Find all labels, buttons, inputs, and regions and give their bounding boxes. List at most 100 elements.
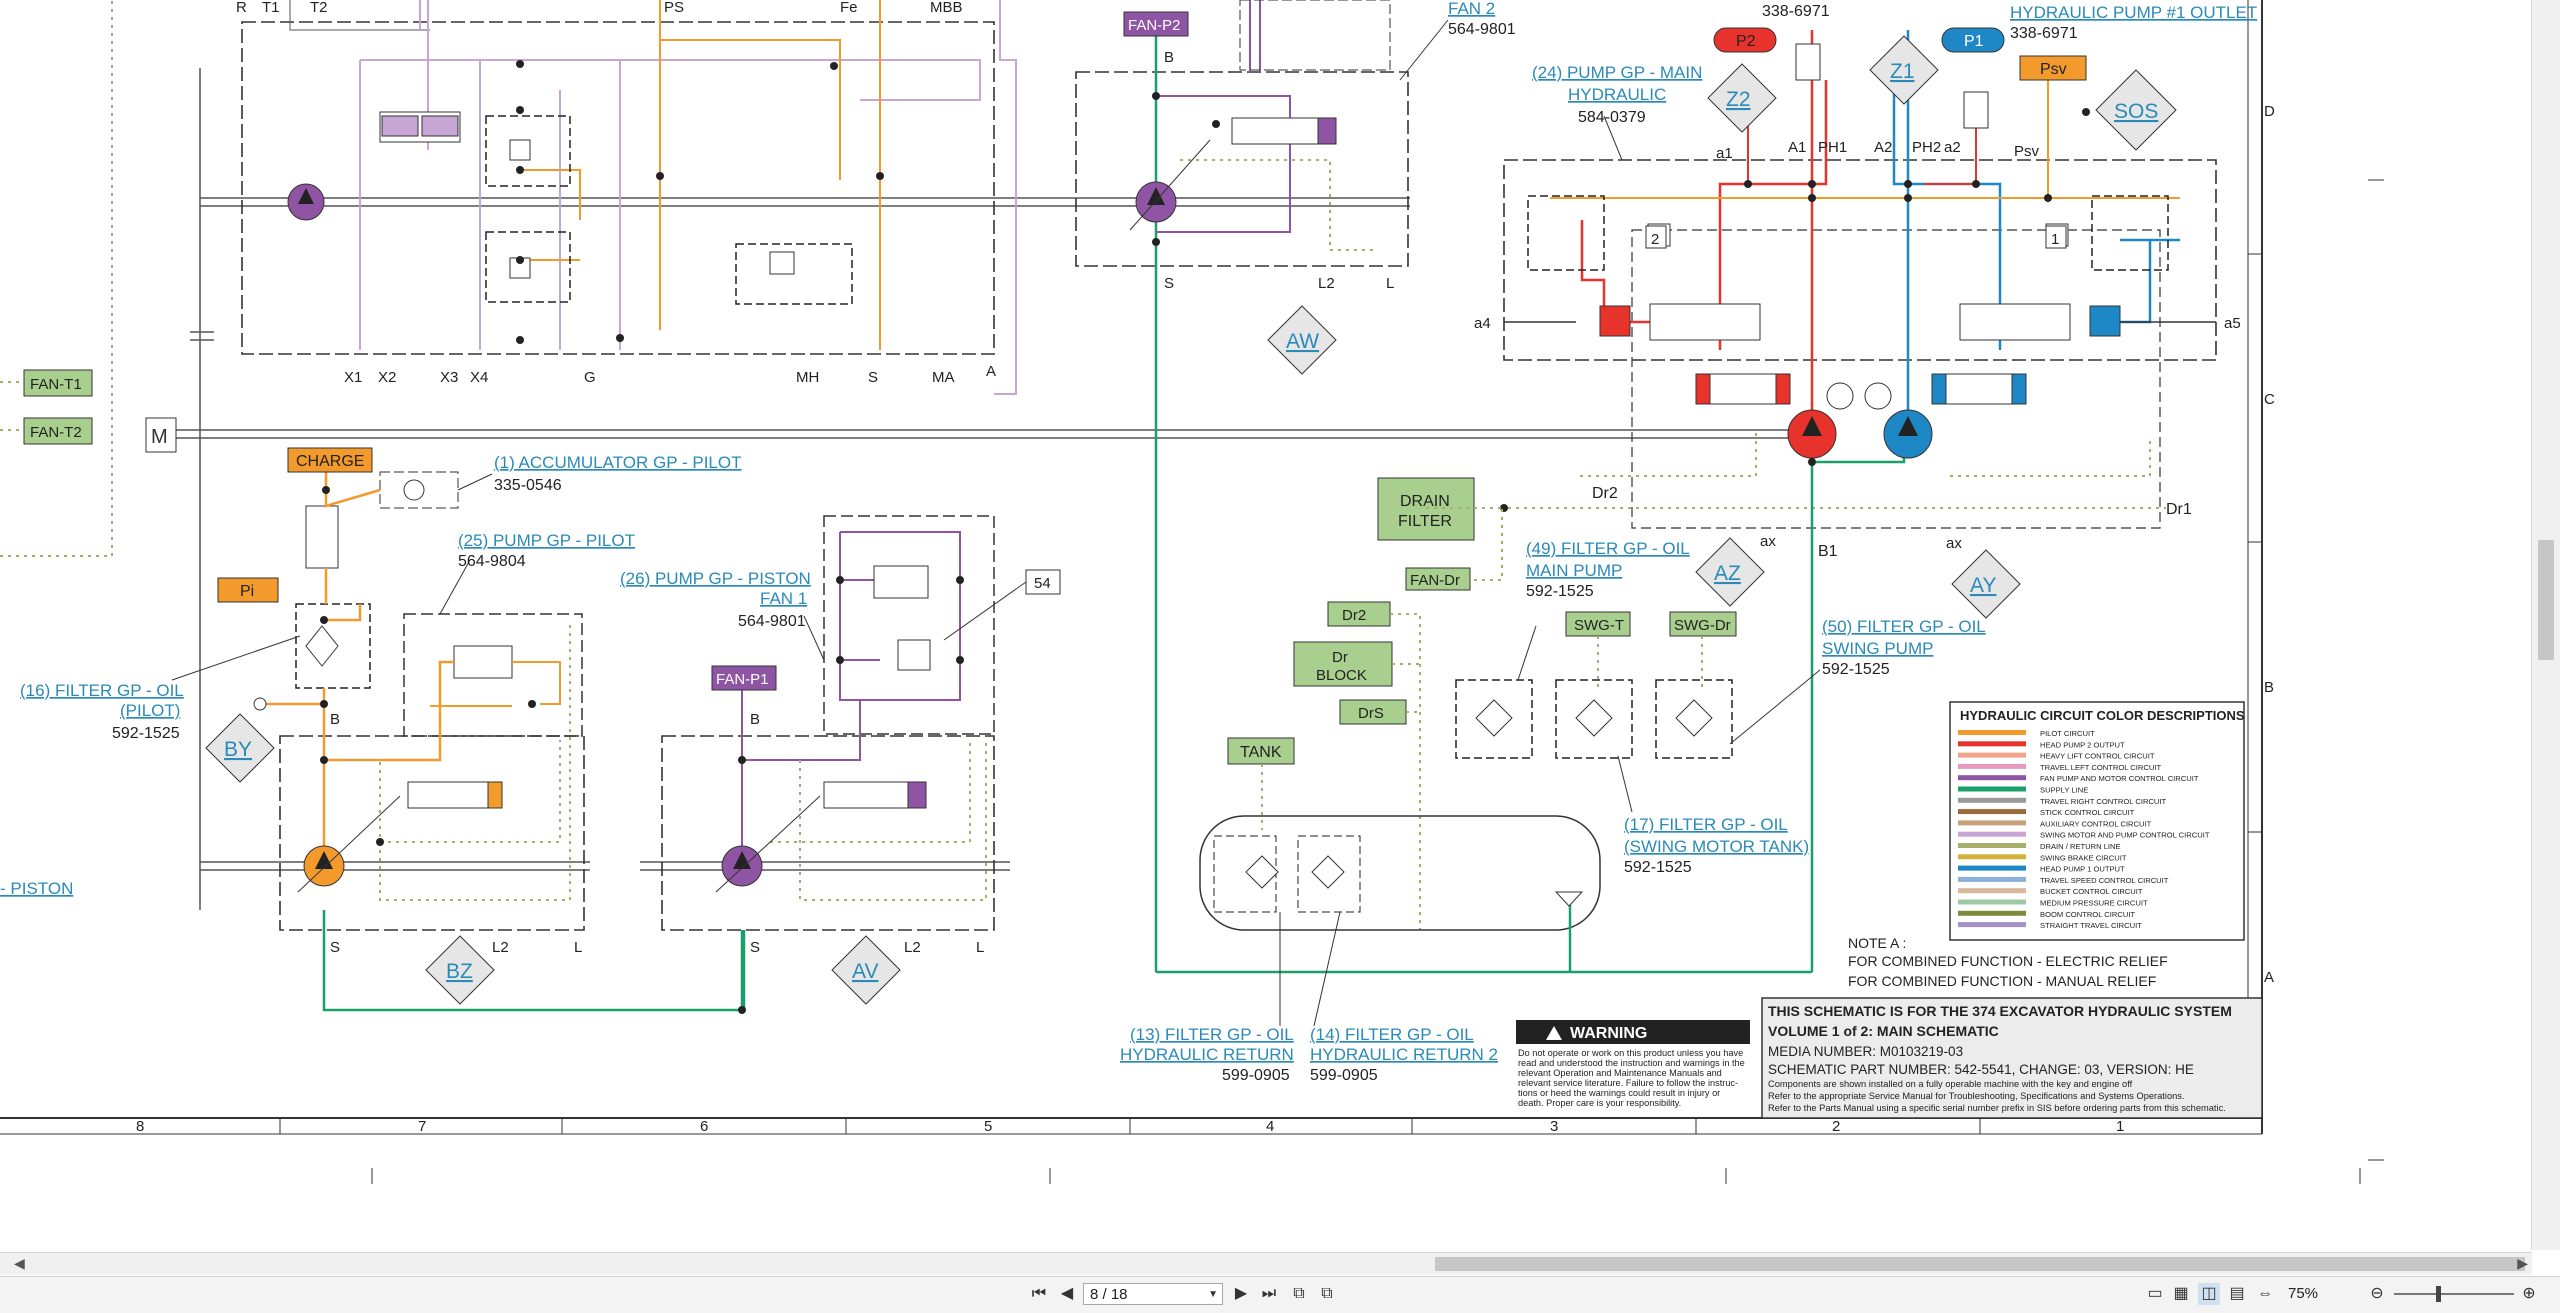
port-PH1: PH1 bbox=[1818, 139, 1847, 156]
z1-link[interactable]: Z1 bbox=[1890, 60, 1915, 83]
scroll-left-icon[interactable]: ◀ bbox=[14, 1255, 25, 1272]
next-page-icon[interactable]: ▶ bbox=[1230, 1283, 1252, 1305]
charge-label: CHARGE bbox=[296, 453, 364, 470]
legend-swatch bbox=[1958, 786, 2026, 792]
filter14-link[interactable]: (14) FILTER GP - OIL HYDRAULIC RETURN 2 bbox=[1310, 1025, 1498, 1064]
previous-page-icon[interactable]: ◀ bbox=[1056, 1283, 1078, 1305]
fit-width-icon[interactable]: ⇔ bbox=[2254, 1283, 2276, 1305]
accumulator-part: 335-0546 bbox=[494, 477, 562, 494]
dr-block-label-1: Dr bbox=[1332, 649, 1348, 666]
fan1-port-s: S bbox=[750, 939, 760, 956]
swg-t-label: SWG-T bbox=[1574, 617, 1624, 634]
fan2-link[interactable]: FAN 2 bbox=[1448, 0, 1495, 18]
svg-text:(25) PUMP GP - PILOT: (25) PUMP GP - PILOT bbox=[458, 531, 635, 550]
title-note-2: Refer to the appropriate Service Manual … bbox=[1768, 1091, 2185, 1101]
horizontal-scrollbar[interactable]: ◀ ▶ bbox=[0, 1252, 2532, 1275]
legend-label: AUXILIARY CONTROL CIRCUIT bbox=[2040, 819, 2152, 828]
grid-row-d: D bbox=[2264, 103, 2275, 120]
svg-text:(49) FILTER GP - OIL: (49) FILTER GP - OIL bbox=[1526, 539, 1690, 558]
hydraulic-schematic: 8 7 6 5 4 3 2 1 D C B A R T1 T2 PS Fe MB… bbox=[0, 0, 2532, 1250]
vertical-scroll-thumb[interactable] bbox=[2538, 540, 2554, 660]
port-label-ma: MA bbox=[932, 369, 955, 386]
svg-text:(26) PUMP GP - PISTON: (26) PUMP GP - PISTON bbox=[620, 569, 811, 588]
grid-col-7: 7 bbox=[418, 1118, 426, 1135]
legend-label: HEAD PUMP 1 OUTPUT bbox=[2040, 865, 2125, 874]
fan-p2-port-l: L bbox=[1386, 275, 1394, 292]
svg-text:AZ: AZ bbox=[1714, 562, 1741, 585]
grid-col-2: 2 bbox=[1832, 1118, 1840, 1135]
svg-text:HYDRAULIC PUMP #1 OUTLET: HYDRAULIC PUMP #1 OUTLET bbox=[2010, 3, 2257, 22]
svg-text:FAN 1: FAN 1 bbox=[760, 589, 807, 608]
ay-link[interactable]: AY bbox=[1970, 574, 1996, 597]
pump1-outlet-link[interactable]: HYDRAULIC PUMP #1 OUTLET bbox=[2010, 3, 2257, 22]
legend-swatch bbox=[1958, 899, 2026, 905]
svg-text:SOS: SOS bbox=[2114, 100, 2158, 123]
copy-view-icon[interactable]: ⧉ bbox=[1288, 1283, 1310, 1305]
media-number: MEDIA NUMBER: M0103219-03 bbox=[1768, 1044, 1963, 1059]
legend-swatch bbox=[1958, 843, 2026, 848]
legend-label: HEAVY LIFT CONTROL CIRCUIT bbox=[2040, 752, 2155, 761]
part-338-b: 338-6971 bbox=[2010, 25, 2078, 42]
svg-text:- PISTON: - PISTON bbox=[0, 879, 73, 898]
page-number-field[interactable]: 8 / 18 ▼ bbox=[1083, 1283, 1223, 1305]
warning-line-6: death. Proper care is your responsibilit… bbox=[1518, 1098, 1681, 1108]
last-page-icon[interactable]: ⏭ bbox=[1258, 1283, 1280, 1305]
legend-label: SWING MOTOR AND PUMP CONTROL CIRCUIT bbox=[2040, 831, 2210, 840]
port-label-a: A bbox=[986, 363, 996, 380]
bz-link[interactable]: BZ bbox=[446, 960, 473, 983]
filter13-link[interactable]: (13) FILTER GP - OIL HYDRAULIC RETURN bbox=[1120, 1025, 1294, 1064]
aw-link[interactable]: AW bbox=[1286, 330, 1319, 353]
legend-label: STRAIGHT TRAVEL CIRCUIT bbox=[2040, 921, 2142, 930]
zoom-out-icon[interactable]: ⊖ bbox=[2366, 1283, 2388, 1305]
by-link[interactable]: BY bbox=[224, 738, 252, 761]
status-bar: ⏮ ◀ 8 / 18 ▼ ▶ ⏭ ⧉ ⧉ ▭ ▦ ◫ ▤ ⇔ 75% ⊖ ⊕ bbox=[0, 1276, 2560, 1313]
legend-label: BOOM CONTROL CIRCUIT bbox=[2040, 910, 2135, 919]
svg-text:(13) FILTER GP - OIL: (13) FILTER GP - OIL bbox=[1130, 1025, 1294, 1044]
p2-label: P2 bbox=[1736, 33, 1756, 50]
callout-1: 1 bbox=[2051, 231, 2059, 248]
accumulator-link[interactable]: (1) ACCUMULATOR GP - PILOT bbox=[494, 453, 742, 472]
port-ax-left: ax bbox=[1760, 533, 1776, 550]
sos-link[interactable]: SOS bbox=[2114, 100, 2158, 123]
paste-view-icon[interactable]: ⧉ bbox=[1316, 1283, 1338, 1305]
fan-t2-label: FAN-T2 bbox=[30, 424, 82, 441]
legend-swatch bbox=[1958, 741, 2026, 747]
fan-p2-port-l2: L2 bbox=[1318, 275, 1335, 292]
legend-swatch bbox=[1958, 910, 2026, 916]
pump-pilot-part: 564-9804 bbox=[458, 553, 526, 570]
first-page-icon[interactable]: ⏮ bbox=[1028, 1283, 1050, 1305]
z2-link[interactable]: Z2 bbox=[1726, 88, 1751, 111]
continuous-page-icon[interactable]: ▦ bbox=[2170, 1283, 2192, 1305]
zoom-slider[interactable] bbox=[2394, 1293, 2514, 1295]
warning-line-5: tions or heed the warnings could result … bbox=[1518, 1088, 1720, 1098]
piston-link[interactable]: - PISTON bbox=[0, 879, 73, 898]
drs-label: DrS bbox=[1358, 705, 1384, 722]
zoom-in-icon[interactable]: ⊕ bbox=[2518, 1283, 2540, 1305]
scroll-right-icon[interactable]: ▶ bbox=[2517, 1255, 2528, 1272]
p1-label: P1 bbox=[1964, 33, 1984, 50]
port-label-t1: T1 bbox=[262, 0, 280, 16]
vertical-scrollbar[interactable] bbox=[2531, 0, 2560, 1250]
svg-text:(14) FILTER GP - OIL: (14) FILTER GP - OIL bbox=[1310, 1025, 1474, 1044]
zoom-slider-handle[interactable] bbox=[2436, 1286, 2441, 1302]
port-a1: a1 bbox=[1716, 145, 1733, 162]
page-number-value: 8 / 18 bbox=[1090, 1286, 1128, 1303]
two-page-continuous-icon[interactable]: ▤ bbox=[2226, 1283, 2248, 1305]
av-link[interactable]: AV bbox=[852, 960, 878, 983]
horizontal-scroll-thumb[interactable] bbox=[1435, 1257, 2525, 1271]
swg-dr-label: SWG-Dr bbox=[1674, 617, 1731, 634]
port-label-mh: MH bbox=[796, 369, 819, 386]
az-link[interactable]: AZ bbox=[1714, 562, 1741, 585]
port-label-x3: X3 bbox=[440, 369, 458, 386]
legend-swatch bbox=[1958, 763, 2026, 769]
single-page-icon[interactable]: ▭ bbox=[2144, 1283, 2166, 1305]
port-label-r: R bbox=[236, 0, 247, 16]
legend-label: HEAD PUMP 2 OUTPUT bbox=[2040, 740, 2125, 749]
page-dropdown-icon[interactable]: ▼ bbox=[1208, 1284, 1218, 1306]
fan1-port-l2: L2 bbox=[904, 939, 921, 956]
grid-col-4: 4 bbox=[1266, 1118, 1274, 1135]
fan2-part: 564-9801 bbox=[1448, 21, 1516, 38]
legend-label: DRAIN / RETURN LINE bbox=[2040, 842, 2121, 851]
two-page-icon[interactable]: ◫ bbox=[2198, 1283, 2220, 1305]
pump-pilot-link[interactable]: (25) PUMP GP - PILOT bbox=[458, 531, 635, 550]
